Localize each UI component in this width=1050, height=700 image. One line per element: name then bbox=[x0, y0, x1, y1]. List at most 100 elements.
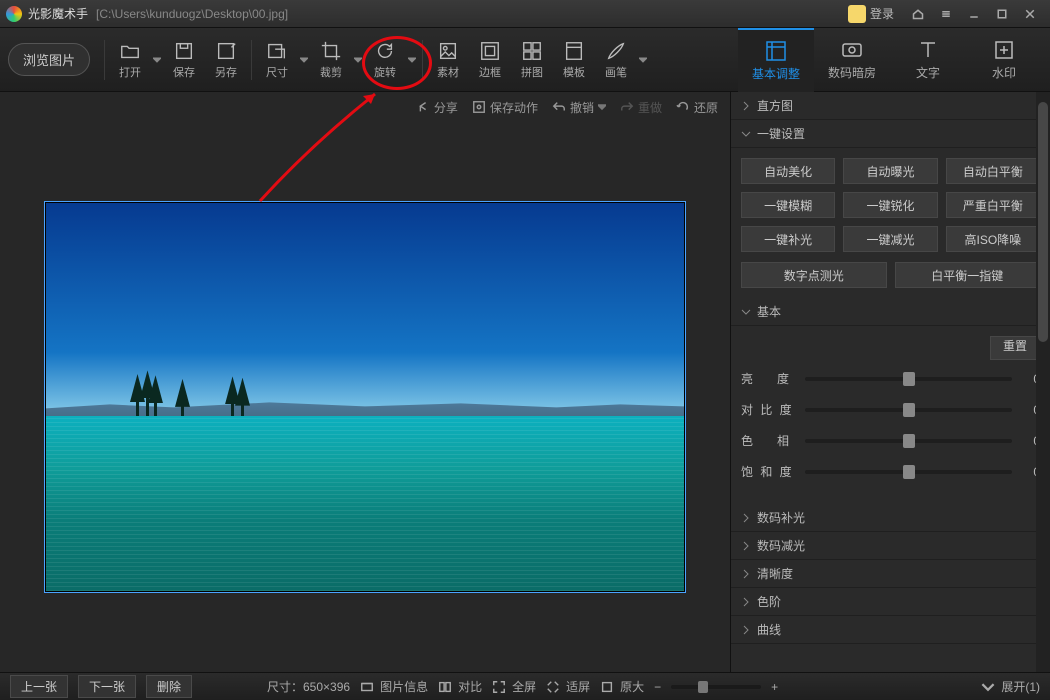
undo-button[interactable]: 撤销 bbox=[552, 99, 606, 116]
reset-button[interactable]: 重置 bbox=[990, 336, 1040, 360]
panel-histogram[interactable]: 直方图 bbox=[731, 92, 1050, 120]
preset-one-blur[interactable]: 一键模糊 bbox=[741, 192, 835, 218]
restore-button[interactable]: 还原 bbox=[676, 99, 718, 116]
size-tool[interactable]: 尺寸 bbox=[256, 40, 298, 80]
side-scrollbar[interactable] bbox=[1036, 92, 1050, 672]
rotate-label: 旋转 bbox=[374, 64, 396, 80]
original-size-button[interactable]: 原大 bbox=[600, 678, 644, 695]
collage-tool[interactable]: 拼图 bbox=[511, 40, 553, 80]
brightness-slider[interactable] bbox=[805, 377, 1012, 381]
size-dropdown[interactable] bbox=[298, 56, 310, 64]
more-dropdown[interactable] bbox=[637, 56, 649, 64]
redo-button[interactable]: 重做 bbox=[620, 99, 662, 116]
delete-button[interactable]: 删除 bbox=[146, 675, 192, 698]
login-button[interactable]: 登录 bbox=[848, 5, 894, 23]
brightness-label: 亮 度 bbox=[741, 370, 797, 387]
panel-curves[interactable]: 曲线 bbox=[731, 616, 1050, 644]
settings-button[interactable] bbox=[932, 4, 960, 24]
preset-wb-finger[interactable]: 白平衡一指键 bbox=[895, 262, 1041, 288]
fullscreen-label: 全屏 bbox=[512, 678, 536, 695]
preset-severe-wb[interactable]: 严重白平衡 bbox=[946, 192, 1040, 218]
open-tool[interactable]: 打开 bbox=[109, 40, 151, 80]
hue-slider[interactable] bbox=[805, 439, 1012, 443]
histogram-label: 直方图 bbox=[757, 97, 793, 114]
save-action-button[interactable]: 保存动作 bbox=[472, 99, 538, 116]
border-tool[interactable]: 边框 bbox=[469, 40, 511, 80]
preset-one-sharpen[interactable]: 一键锐化 bbox=[843, 192, 937, 218]
panel-digital-dim[interactable]: 数码减光 bbox=[731, 532, 1050, 560]
panel-basic[interactable]: 基本 bbox=[731, 298, 1050, 326]
share-button[interactable]: 分享 bbox=[416, 99, 458, 116]
curves-label: 曲线 bbox=[757, 621, 781, 638]
tab-basic-adjust[interactable]: 基本调整 bbox=[738, 28, 814, 92]
material-label: 素材 bbox=[437, 64, 459, 80]
fullscreen-button[interactable]: 全屏 bbox=[492, 678, 536, 695]
tab-text[interactable]: 文字 bbox=[890, 28, 966, 92]
restore-label: 还原 bbox=[694, 99, 718, 116]
share-label: 分享 bbox=[434, 99, 458, 116]
compare-button[interactable]: 对比 bbox=[438, 678, 482, 695]
brush-tool[interactable]: 画笔 bbox=[595, 40, 637, 80]
basic-label: 基本 bbox=[757, 303, 781, 320]
preset-one-dim[interactable]: 一键减光 bbox=[843, 226, 937, 252]
material-tool[interactable]: 素材 bbox=[427, 40, 469, 80]
image-info-label: 图片信息 bbox=[380, 678, 428, 695]
border-label: 边框 bbox=[479, 64, 501, 80]
maximize-button[interactable] bbox=[988, 4, 1016, 24]
rotate-dropdown[interactable] bbox=[406, 56, 418, 64]
crop-dropdown[interactable] bbox=[352, 56, 364, 64]
expand-button[interactable]: 展开(1) bbox=[981, 678, 1040, 695]
zoom-plus-icon[interactable]: + bbox=[771, 680, 778, 694]
panel-clarity[interactable]: 清晰度 bbox=[731, 560, 1050, 588]
preset-auto-wb[interactable]: 自动白平衡 bbox=[946, 158, 1040, 184]
zoom-slider[interactable] bbox=[671, 685, 761, 689]
tab-basic-label: 基本调整 bbox=[752, 65, 800, 82]
crop-label: 裁剪 bbox=[320, 64, 342, 80]
saveas-label: 另存 bbox=[215, 64, 237, 80]
image-canvas[interactable] bbox=[0, 122, 730, 672]
save-action-label: 保存动作 bbox=[490, 99, 538, 116]
template-tool[interactable]: 模板 bbox=[553, 40, 595, 80]
image-info-button[interactable]: 图片信息 bbox=[360, 678, 428, 695]
chevron-right-icon bbox=[741, 513, 751, 523]
minimize-button[interactable] bbox=[960, 4, 988, 24]
preset-high-iso[interactable]: 高ISO降噪 bbox=[946, 226, 1040, 252]
zoom-minus-icon[interactable]: − bbox=[654, 680, 661, 694]
close-button[interactable] bbox=[1016, 4, 1044, 24]
saturation-slider[interactable] bbox=[805, 470, 1012, 474]
brush-label: 画笔 bbox=[605, 64, 627, 80]
crop-tool[interactable]: 裁剪 bbox=[310, 40, 352, 80]
open-dropdown[interactable] bbox=[151, 56, 163, 64]
size-label: 尺寸 bbox=[266, 64, 288, 80]
preset-auto-exposure[interactable]: 自动曝光 bbox=[843, 158, 937, 184]
saveas-tool[interactable]: 另存 bbox=[205, 40, 247, 80]
preset-auto-beautify[interactable]: 自动美化 bbox=[741, 158, 835, 184]
undo-dropdown[interactable] bbox=[598, 100, 606, 114]
home-button[interactable] bbox=[904, 4, 932, 24]
tab-digital-darkroom[interactable]: 数码暗房 bbox=[814, 28, 890, 92]
next-image-button[interactable]: 下一张 bbox=[78, 675, 136, 698]
tab-watermark[interactable]: 水印 bbox=[966, 28, 1042, 92]
panel-one-click[interactable]: 一键设置 bbox=[731, 120, 1050, 148]
chevron-down-icon bbox=[741, 129, 751, 139]
fit-label: 适屏 bbox=[566, 678, 590, 695]
contrast-slider[interactable] bbox=[805, 408, 1012, 412]
dimensions-text: 尺寸：650×396 bbox=[267, 678, 350, 695]
open-label: 打开 bbox=[119, 64, 141, 80]
saturation-label: 饱 和 度 bbox=[741, 463, 797, 480]
chevron-down-icon bbox=[741, 307, 751, 317]
preset-digital-meter[interactable]: 数字点测光 bbox=[741, 262, 887, 288]
save-tool[interactable]: 保存 bbox=[163, 40, 205, 80]
fit-button[interactable]: 适屏 bbox=[546, 678, 590, 695]
preset-one-fill[interactable]: 一键补光 bbox=[741, 226, 835, 252]
rotate-tool[interactable]: 旋转 bbox=[364, 40, 406, 80]
prev-image-button[interactable]: 上一张 bbox=[10, 675, 68, 698]
panel-digital-fill[interactable]: 数码补光 bbox=[731, 504, 1050, 532]
original-label: 原大 bbox=[620, 678, 644, 695]
login-label: 登录 bbox=[870, 5, 894, 22]
browse-button[interactable]: 浏览图片 bbox=[8, 43, 90, 76]
save-label: 保存 bbox=[173, 64, 195, 80]
panel-levels[interactable]: 色阶 bbox=[731, 588, 1050, 616]
digital-fill-label: 数码补光 bbox=[757, 509, 805, 526]
redo-label: 重做 bbox=[638, 99, 662, 116]
